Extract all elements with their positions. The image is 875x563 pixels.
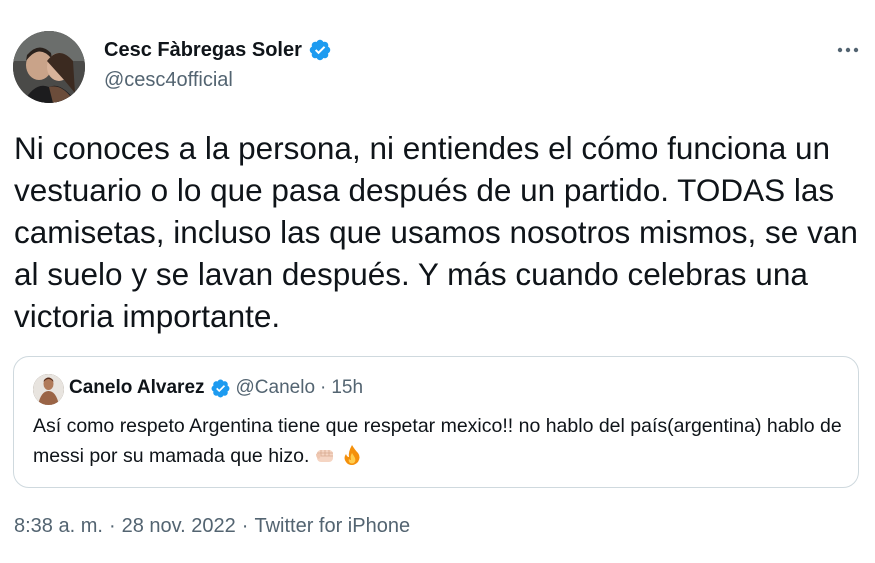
quoted-author-avatar[interactable] (33, 374, 64, 405)
verified-badge-icon (308, 38, 332, 62)
quoted-separator: · (320, 377, 327, 398)
tweet-date[interactable]: 28 nov. 2022 (122, 515, 236, 538)
meta-separator: · (108, 515, 116, 537)
quoted-author-name: Canelo Alvarez (69, 377, 205, 398)
author-name-row: Cesc Fàbregas Soler (104, 38, 332, 62)
tweet-source[interactable]: Twitter for iPhone (254, 515, 410, 538)
verified-badge-icon (210, 378, 231, 399)
tweet: Cesc Fàbregas Soler @cesc4official Ni co… (0, 0, 875, 563)
meta-separator: · (241, 515, 249, 537)
author-avatar[interactable] (13, 31, 85, 103)
more-options-button[interactable] (832, 37, 864, 61)
quoted-tweet[interactable]: Canelo Alvarez @Canelo · 15h Así como re… (13, 356, 859, 488)
author-handle[interactable]: @cesc4official (104, 69, 233, 92)
quoted-author-handle: @Canelo (235, 377, 316, 398)
quoted-text-block: Así como respeto Argentina tiene que res… (33, 411, 843, 471)
tweet-metadata: 8:38 a. m. · 28 nov. 2022 · Twitter for … (14, 515, 410, 538)
quoted-text: Así como respeto Argentina tiene que res… (33, 415, 842, 467)
more-horizontal-icon (837, 40, 859, 58)
quoted-header: Canelo Alvarez @Canelo · 15h (69, 377, 363, 399)
quoted-timestamp: 15h (331, 377, 364, 398)
fire-icon (341, 444, 363, 466)
tweet-text: Ni conoces a la persona, ni entiendes el… (14, 130, 858, 334)
tweet-time[interactable]: 8:38 a. m. (14, 515, 103, 538)
author-name[interactable]: Cesc Fàbregas Soler (104, 39, 302, 62)
fist-icon (314, 444, 336, 466)
